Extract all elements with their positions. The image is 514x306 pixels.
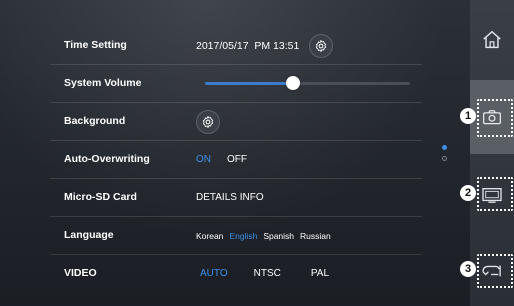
language-option-russian[interactable]: Russian	[300, 231, 331, 241]
language-options: Korean English Spanish Russian	[196, 217, 337, 254]
video-options: AUTO NTSC PAL	[200, 255, 345, 292]
background-value-group	[196, 103, 220, 140]
language-option-spanish[interactable]: Spanish	[263, 231, 294, 241]
micro-sd-value-group: DETAILS INFO	[196, 179, 264, 216]
background-row: Background	[50, 103, 422, 141]
micro-sd-label: Micro-SD Card	[64, 191, 137, 203]
home-icon	[483, 30, 501, 49]
callout-box-3	[477, 254, 513, 288]
page-dot-active[interactable]	[442, 145, 447, 150]
callout-badge-2: 2	[460, 185, 476, 201]
callout-box-2	[477, 177, 513, 211]
volume-slider-fill	[205, 82, 293, 85]
system-volume-row: System Volume	[50, 65, 422, 103]
volume-slider-knob[interactable]	[286, 76, 300, 90]
language-option-english[interactable]: English	[229, 231, 257, 241]
callout-box-1	[477, 99, 513, 137]
settings-panel: Time Setting 2017/05/17 PM 13:51 System …	[50, 27, 422, 289]
language-option-korean[interactable]: Korean	[196, 231, 223, 241]
details-info-button[interactable]: DETAILS INFO	[196, 192, 264, 203]
video-option-ntsc[interactable]: NTSC	[254, 268, 281, 279]
callout-badge-1: 1	[460, 108, 476, 124]
overwriting-off-option[interactable]: OFF	[227, 154, 247, 165]
page-indicator	[442, 145, 447, 167]
video-row: VIDEO AUTO NTSC PAL	[50, 255, 422, 292]
auto-overwriting-options: ON OFF	[196, 141, 263, 178]
background-label: Background	[64, 115, 126, 127]
video-option-auto[interactable]: AUTO	[200, 268, 228, 279]
overwriting-on-option[interactable]: ON	[196, 154, 211, 165]
time-setting-value-group: 2017/05/17 PM 13:51	[196, 27, 334, 64]
time-setting-gear-button[interactable]	[309, 33, 334, 58]
language-row: Language Korean English Spanish Russian	[50, 217, 422, 255]
page-dot-inactive[interactable]	[442, 156, 447, 161]
time-setting-label: Time Setting	[64, 39, 127, 51]
auto-overwriting-label: Auto-Overwriting	[64, 153, 150, 165]
auto-overwriting-row: Auto-Overwriting ON OFF	[50, 141, 422, 179]
language-label: Language	[64, 229, 114, 241]
time-setting-row: Time Setting 2017/05/17 PM 13:51	[50, 27, 422, 65]
micro-sd-row: Micro-SD Card DETAILS INFO	[50, 179, 422, 217]
background-gear-button[interactable]	[196, 109, 220, 134]
gear-icon	[202, 115, 214, 128]
gear-icon	[316, 39, 327, 52]
home-button[interactable]	[470, 0, 514, 80]
system-volume-label: System Volume	[64, 77, 142, 89]
video-option-pal[interactable]: PAL	[311, 268, 329, 279]
callout-badge-3: 3	[460, 261, 476, 277]
time-setting-value: 2017/05/17 PM 13:51	[196, 39, 300, 52]
video-label: VIDEO	[64, 267, 97, 279]
